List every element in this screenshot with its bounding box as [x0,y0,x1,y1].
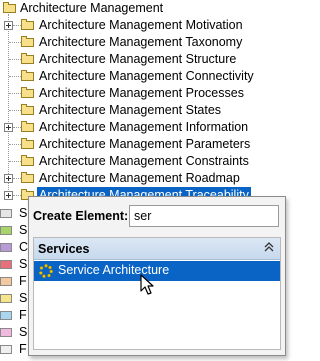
tree-item-label: Architecture Management Structure [39,52,237,66]
edge-label: F [19,342,27,356]
tree-item-label: Architecture Management Connectivity [39,69,254,83]
result-item-service-architecture[interactable]: Service Architecture [34,261,280,281]
tree-item-label: Architecture Management Constraints [39,154,249,168]
tree-item-label: Architecture Management Taxonomy [39,35,243,49]
tree-item-label: Architecture Management States [39,103,222,117]
folder-icon [21,87,34,98]
expand-icon[interactable] [4,191,13,200]
group-header-services[interactable]: Services [34,238,280,260]
tree-item-label: Architecture Management Parameters [39,137,251,151]
edge-label: S [19,206,28,220]
package-icon [0,226,12,235]
edge-label: S [19,325,28,339]
folder-icon [21,172,34,183]
edge-label: S [19,223,28,237]
edge-label: F [19,308,27,322]
edge-label: C [19,240,29,254]
package-icon [0,243,12,252]
tree-item-label: Architecture Management Information [39,120,249,134]
edge-label: S [19,257,28,271]
create-element-label: Create Element: [33,209,129,223]
folder-icon [21,70,34,81]
create-element-popup: Create Element: Services Service Archi [28,196,286,356]
folder-icon [21,138,34,149]
folder-icon [3,2,16,13]
edge-label: F [19,274,27,288]
results-list: Services Service Architecture [33,237,281,350]
create-element-search-input[interactable] [129,205,279,227]
folder-icon [21,36,34,47]
package-icon [0,328,12,337]
tree-root-label: Architecture Management [20,1,164,15]
folder-icon [21,155,34,166]
folder-icon [21,19,34,30]
folder-icon [21,53,34,64]
folder-icon [21,121,34,132]
service-architecture-icon [39,264,53,278]
package-icon [0,294,12,303]
mouse-cursor-icon [140,274,154,295]
expand-icon[interactable] [4,21,13,30]
package-icon [0,209,12,218]
package-icon [0,345,12,354]
group-title: Services [38,242,90,256]
tree-item-label: Architecture Management Motivation [39,18,243,32]
package-icon [0,260,12,269]
tree-item-label: Architecture Management Roadmap [39,171,240,185]
folder-icon [21,104,34,115]
package-icon [0,277,12,286]
expand-icon[interactable] [4,123,13,132]
edge-label: S [19,291,28,305]
package-icon [0,311,12,320]
expand-icon[interactable] [4,174,13,183]
tree-item-label: Architecture Management Processes [39,86,244,100]
double-chevron-up-icon[interactable] [264,241,274,257]
